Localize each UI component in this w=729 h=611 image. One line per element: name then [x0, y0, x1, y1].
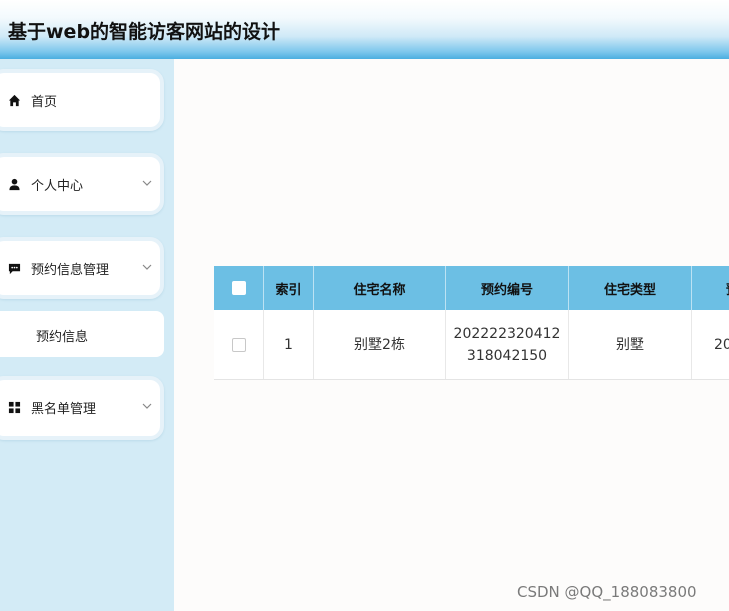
sidebar-item-label: 首页	[31, 95, 58, 110]
cell-booking-no: 202222320412 318042150	[446, 310, 569, 379]
cell-index: 1	[264, 310, 314, 379]
chat-icon	[8, 263, 21, 275]
sidebar-item-label: 黑名单管理	[31, 402, 97, 417]
sidebar-subitem-booking-info[interactable]: 预约信息	[0, 311, 164, 357]
sidebar-item-booking-management[interactable]: 预约信息管理	[0, 241, 174, 297]
grid-icon	[8, 401, 21, 414]
column-header-partial[interactable]: 预	[692, 266, 729, 310]
column-header-type[interactable]: 住宅类型	[569, 266, 692, 310]
sidebar-item-label: 预约信息管理	[31, 263, 110, 278]
watermark: CSDN @QQ_188083800	[517, 583, 697, 601]
cell-partial: 20	[692, 310, 729, 379]
booking-no-line: 318042150	[466, 347, 548, 364]
cell-name: 别墅2栋	[314, 310, 446, 379]
chevron-down-icon	[142, 180, 152, 186]
column-header-name[interactable]: 住宅名称	[314, 266, 446, 310]
row-checkbox[interactable]	[231, 337, 246, 352]
column-header-index[interactable]: 索引	[264, 266, 314, 310]
user-icon	[9, 178, 20, 191]
app-title: 基于web的智能访客网站的设计	[8, 21, 281, 43]
chevron-down-icon	[142, 264, 152, 270]
sidebar: 首页 个人中心 预约信息管理 预约信息 黑名单管理	[0, 59, 174, 611]
select-all-checkbox[interactable]	[231, 281, 246, 295]
booking-no-line: 202222320412	[453, 325, 561, 342]
sidebar-item-blacklist[interactable]: 黑名单管理	[0, 380, 174, 436]
app-header: 基于web的智能访客网站的设计	[0, 0, 729, 59]
chevron-down-icon	[142, 403, 152, 409]
sidebar-subitem-label: 预约信息	[36, 330, 89, 345]
cell-type: 别墅	[569, 310, 692, 379]
select-all-cell	[214, 266, 264, 310]
home-icon	[8, 94, 21, 107]
sidebar-item-home[interactable]: 首页	[0, 73, 174, 129]
table-row[interactable]: 1 别墅2栋 202222320412 318042150 别墅 20	[214, 310, 729, 380]
table-header-row: 索引 住宅名称 预约编号 住宅类型 预	[214, 266, 729, 310]
sidebar-item-profile[interactable]: 个人中心	[0, 157, 174, 213]
column-header-booking-no[interactable]: 预约编号	[446, 266, 569, 310]
row-select-cell	[214, 310, 264, 379]
sidebar-item-label: 个人中心	[31, 179, 84, 194]
booking-table: 索引 住宅名称 预约编号 住宅类型 预 1 别墅2栋 202222320412 …	[214, 266, 729, 380]
